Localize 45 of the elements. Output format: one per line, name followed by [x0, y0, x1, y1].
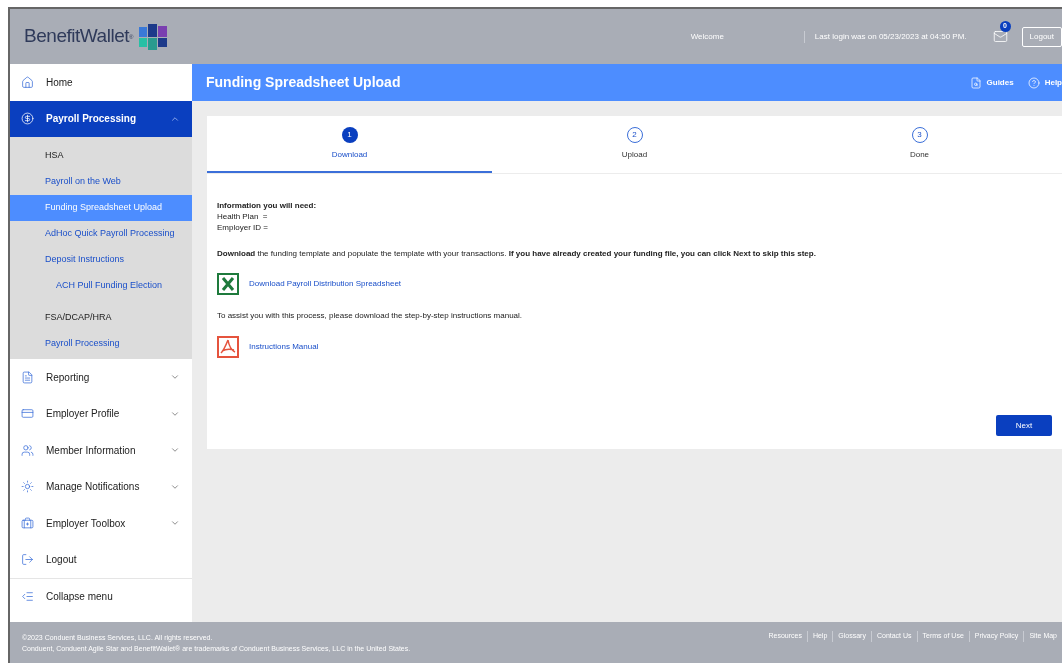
- dollar-icon: [21, 112, 34, 126]
- submenu-item[interactable]: AdHoc Quick Payroll Processing: [10, 221, 192, 247]
- assist-text: To assist you with this process, please download the step-by-step instructions manual.: [217, 310, 524, 321]
- submenu-item[interactable]: Funding Spreadsheet Upload: [10, 195, 192, 221]
- submenu-item[interactable]: Payroll Processing: [10, 331, 192, 357]
- step-tab[interactable]: 2 Upload: [492, 116, 777, 173]
- collapse-icon: [21, 590, 34, 604]
- pdf-icon: [217, 336, 239, 358]
- submenu-item[interactable]: Payroll on the Web: [10, 169, 192, 195]
- download-link[interactable]: Download Payroll Distribution Spreadsheet: [249, 278, 402, 290]
- next-button[interactable]: Next: [996, 415, 1052, 436]
- submenu-heading: HSA: [44, 149, 65, 163]
- instruction-text: Download the funding template and populate the template with your transactions. If you have already created your funding file, you can click Next to skip this step.: [217, 248, 817, 259]
- home-icon: [21, 75, 34, 89]
- step-tab[interactable]: 3 Done: [777, 116, 1062, 173]
- step-label: Done: [909, 148, 930, 161]
- step-tab[interactable]: 1 Download: [207, 116, 492, 173]
- info-line: Health Plan =: [217, 211, 269, 222]
- page-title: Funding Spreadsheet Upload: [206, 73, 402, 92]
- welcome-text: Welcome: [690, 30, 724, 43]
- info-line: Employer ID =: [217, 222, 269, 233]
- manual-link[interactable]: Instructions Manual: [249, 341, 319, 353]
- step-number: 1: [341, 126, 358, 143]
- document-icon: [21, 370, 34, 384]
- submenu-heading: FSA/DCAP/HRA: [44, 311, 113, 325]
- help-icon: [1027, 76, 1040, 89]
- sun-icon: [21, 480, 34, 494]
- mail-icon[interactable]: [992, 29, 1008, 44]
- spreadsheet-icon: [217, 273, 239, 295]
- step-label: Download: [331, 148, 368, 161]
- logo-text: BenefitWallet$^{®}$: [24, 24, 133, 49]
- briefcase-icon: [21, 516, 34, 530]
- guides-link[interactable]: Guides: [986, 76, 1014, 89]
- search-document-icon: [969, 76, 982, 89]
- sidebar-item[interactable]: Payroll Processing: [10, 100, 192, 137]
- logout-icon: [21, 553, 34, 567]
- info-heading: Information you will need:: [217, 200, 318, 211]
- last-login-text: Last login was on 05/23/2023 at 04:50 PM.: [803, 30, 967, 43]
- card-icon: [21, 407, 34, 421]
- people-icon: [21, 443, 34, 457]
- submenu-item[interactable]: ACH Pull Funding Election: [10, 273, 192, 299]
- submenu-item[interactable]: Deposit Instructions: [10, 247, 192, 273]
- help-link[interactable]: Help: [1044, 76, 1062, 89]
- logo-icon: [139, 23, 167, 50]
- step-label: Upload: [621, 148, 648, 161]
